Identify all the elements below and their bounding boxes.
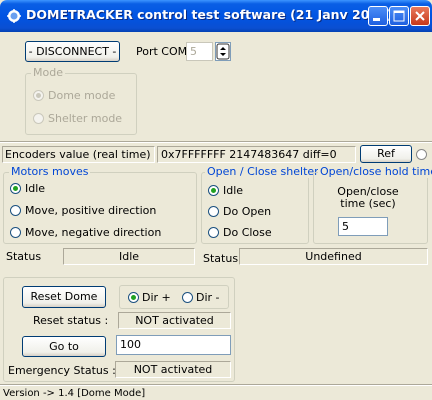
goto-input[interactable]: 100: [116, 335, 231, 355]
app-window: DOMETRACKER control test software (21 Ja…: [0, 0, 432, 400]
encoders-label: Encoders value (real time): [5, 148, 151, 161]
maximize-icon: [393, 10, 405, 22]
port-input[interactable]: 5: [186, 42, 213, 61]
motors-idle-label: Idle: [25, 182, 46, 195]
emergency-status-value: NOT activated: [115, 361, 231, 378]
reset-dome-button[interactable]: Reset Dome: [22, 286, 106, 308]
port-label: Port COM: [136, 45, 188, 58]
motors-positive-radio[interactable]: [10, 205, 21, 216]
dome-mode-label: Dome mode: [48, 89, 116, 102]
statusbar-text: Version -> 1.4 [Dome Mode]: [3, 388, 146, 399]
motors-negative-label: Move, negative direction: [25, 226, 162, 239]
minimize-icon: [373, 18, 380, 21]
ref-indicator: [416, 149, 427, 160]
shelter-status-value: Undefined: [239, 248, 428, 265]
shelter-mode-label: Shelter mode: [48, 112, 123, 125]
shelter-close-radio[interactable]: [208, 227, 219, 238]
mode-group-label: Mode: [31, 66, 65, 79]
shelter-mode-radio[interactable]: [33, 113, 44, 124]
hold-time-label-2: time (sec): [340, 197, 396, 210]
motors-group-label: Motors moves: [9, 165, 91, 178]
shelter-open-radio[interactable]: [208, 206, 219, 217]
minimize-button[interactable]: [368, 6, 388, 26]
motors-status-label: Status: [6, 250, 42, 263]
dir-minus-radio[interactable]: [182, 292, 193, 303]
port-stepper[interactable]: [215, 42, 231, 61]
shelter-open-label: Do Open: [223, 205, 272, 218]
shelter-idle-radio[interactable]: [208, 185, 219, 196]
hold-time-group-label: Open/close hold time: [318, 165, 432, 178]
encoders-value: 0x7FFFFFFF 2147483647 diff=0: [161, 148, 337, 161]
motors-positive-label: Move, positive direction: [25, 204, 157, 217]
dome-mode-radio[interactable]: [33, 90, 44, 101]
shelter-status-label: Status: [203, 252, 239, 265]
dir-plus-radio[interactable]: [128, 292, 139, 303]
motors-status-value: Idle: [63, 248, 195, 265]
title-bar[interactable]: DOMETRACKER control test software (21 Ja…: [0, 0, 432, 32]
window-title: DOMETRACKER control test software (21 Ja…: [26, 7, 393, 22]
mode-group: [25, 73, 137, 135]
divider: [0, 141, 432, 143]
statusbar-divider: [0, 384, 432, 386]
spin-arrows-icon: [216, 43, 230, 60]
close-icon: [415, 11, 425, 21]
shelter-idle-label: Idle: [223, 184, 244, 197]
close-button[interactable]: [410, 6, 430, 26]
motors-idle-radio[interactable]: [10, 183, 21, 194]
shelter-group-label: Open / Close shelter: [205, 165, 321, 178]
disconnect-button[interactable]: - DISCONNECT -: [25, 41, 120, 62]
reset-status-label: Reset status :: [33, 314, 109, 327]
hold-time-input[interactable]: 5: [338, 217, 388, 236]
maximize-button[interactable]: [389, 6, 409, 26]
ref-button[interactable]: Ref: [360, 145, 412, 163]
dir-minus-label: Dir -: [196, 291, 220, 304]
reset-status-value: NOT activated: [118, 312, 231, 329]
dir-plus-label: Dir +: [142, 291, 171, 304]
app-icon: [7, 9, 21, 23]
shelter-close-label: Do Close: [223, 226, 272, 239]
goto-button[interactable]: Go to: [22, 336, 106, 357]
motors-negative-radio[interactable]: [10, 227, 21, 238]
emergency-label: Emergency Status :: [8, 364, 116, 377]
